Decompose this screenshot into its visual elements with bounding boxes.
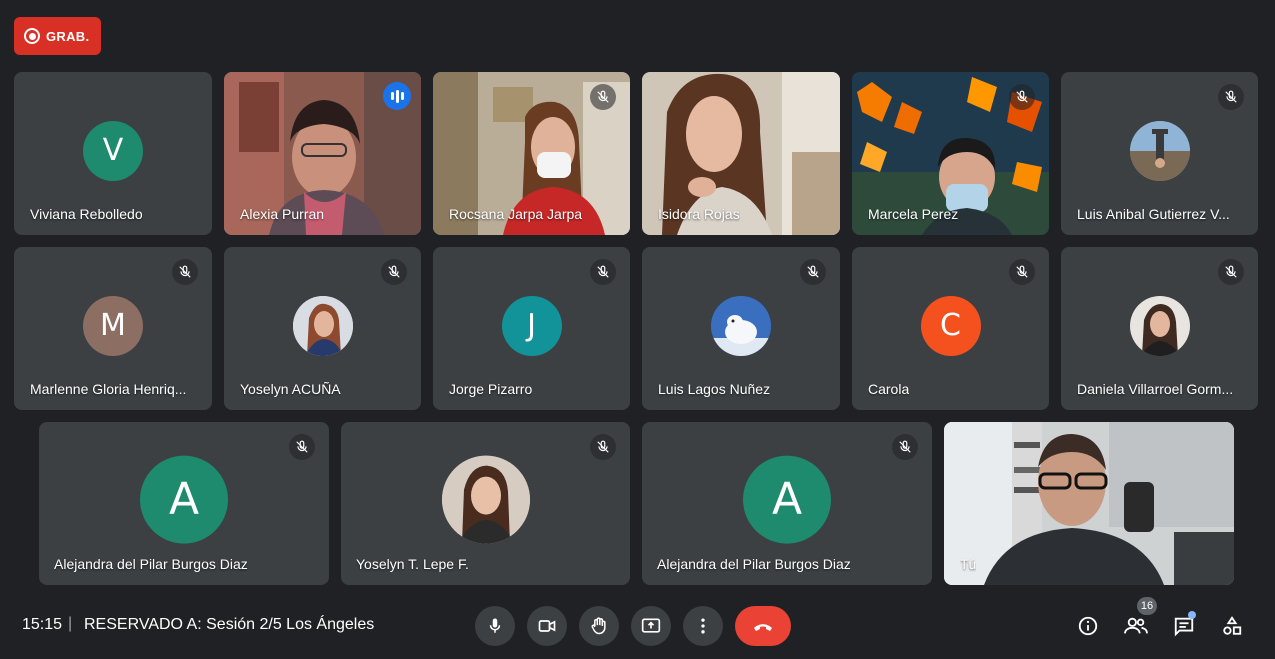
participant-tile-isidora[interactable]: Isidora Rojas [642,72,840,235]
muted-mic-icon [381,259,407,285]
participant-name: Luis Lagos Nuñez [658,381,771,397]
participant-tile-yoselyn-acuna[interactable]: Yoselyn ACUÑA [224,247,421,410]
muted-mic-icon [892,434,918,460]
microphone-button[interactable] [475,606,515,646]
participant-name: Luis Anibal Gutierrez V... [1077,206,1230,222]
avatar: J [501,295,562,356]
muted-mic-icon [1009,259,1035,285]
muted-mic-icon [590,259,616,285]
participant-name: Marlenne Gloria Henriq... [30,381,187,397]
participant-name: Rocsana Jarpa Jarpa [449,206,583,222]
avatar-photo [711,295,771,356]
camera-icon [538,620,556,632]
avatar-photo [441,455,530,544]
participant-name: Tú [960,556,977,572]
participant-name: Alejandra del Pilar Burgos Diaz [54,556,248,572]
record-icon [24,28,40,44]
video-feed [944,422,1234,585]
avatar: V [83,120,143,181]
meeting-clock: 15:15 [22,616,63,633]
muted-mic-icon [590,434,616,460]
participant-name: Isidora Rojas [658,206,740,222]
avatar-photo [1129,120,1190,181]
participant-name: Carola [868,381,910,397]
avatar: A [743,455,831,544]
participant-name: Viviana Rebolledo [30,206,143,222]
participant-tile-luis-lagos[interactable]: Luis Lagos Nuñez [642,247,840,410]
activities-button[interactable] [1216,610,1248,642]
participant-tile-rocsana[interactable]: Rocsana Jarpa Jarpa [433,72,630,235]
participant-name: Yoselyn ACUÑA [240,381,341,397]
meeting-title: RESERVADO A: Sesión 2/5 Los Ángeles [84,616,375,633]
participant-name: Yoselyn T. Lepe F. [356,556,469,572]
raise-hand-icon [591,617,606,635]
participant-tile-alejandra-2[interactable]: A Alejandra del Pilar Burgos Diaz [642,422,932,585]
participant-tile-luis-anibal[interactable]: Luis Anibal Gutierrez V... [1061,72,1258,235]
camera-button[interactable] [527,606,567,646]
meeting-details-button[interactable] [1072,610,1104,642]
participant-tile-marlenne[interactable]: M Marlenne Gloria Henriq... [14,247,212,410]
avatar: C [920,295,981,356]
participant-name: Alejandra del Pilar Burgos Diaz [657,556,851,572]
hang-up-icon [754,624,772,631]
participant-count-badge: 16 [1137,597,1157,615]
raise-hand-button[interactable] [579,606,619,646]
people-icon [1124,617,1148,634]
participant-tile-viviana[interactable]: V Viviana Rebolledo [14,72,212,235]
participant-name: Marcela Perez [868,206,959,222]
divider: | [68,615,73,632]
more-options-icon [701,618,705,634]
participant-tile-alexia[interactable]: Alexia Purran [224,72,421,235]
avatar-photo [292,295,353,356]
muted-mic-icon [1009,84,1035,110]
recording-badge: GRAB. [14,17,101,55]
muted-mic-icon [590,84,616,110]
info-icon [1078,616,1098,636]
participant-name: Alexia Purran [240,206,325,222]
muted-mic-icon [1218,259,1244,285]
avatar: M [83,295,143,356]
participant-name: Jorge Pizarro [449,381,533,397]
muted-mic-icon [289,434,315,460]
recording-label: GRAB. [46,28,90,44]
avatar: A [140,455,228,544]
bottom-control-bar: 15:15 | RESERVADO A: Sesión 2/5 Los Ánge… [0,597,1275,659]
muted-mic-icon [172,259,198,285]
present-screen-icon [641,618,661,633]
participant-name: Daniela Villarroel Gorm... [1077,381,1234,397]
participant-tile-self[interactable]: Tú [944,422,1234,585]
participant-tile-marcela[interactable]: Marcela Perez [852,72,1049,235]
present-now-button[interactable] [631,606,671,646]
participant-tile-daniela[interactable]: Daniela Villarroel Gorm... [1061,247,1258,410]
participant-tile-alejandra-1[interactable]: A Alejandra del Pilar Burgos Diaz [39,422,329,585]
unread-dot [1188,611,1196,619]
more-options-button[interactable] [683,606,723,646]
mic-icon [489,618,501,633]
muted-mic-icon [800,259,826,285]
activities-icon [1223,616,1242,635]
muted-mic-icon [1218,84,1244,110]
leave-call-button[interactable] [735,606,791,646]
participant-tile-yoselyn-lepe[interactable]: Yoselyn T. Lepe F. [341,422,630,585]
speaking-indicator-icon [383,82,411,110]
participant-tile-jorge[interactable]: J Jorge Pizarro [433,247,630,410]
participant-tile-carola[interactable]: C Carola [852,247,1049,410]
avatar-photo [1129,295,1190,356]
